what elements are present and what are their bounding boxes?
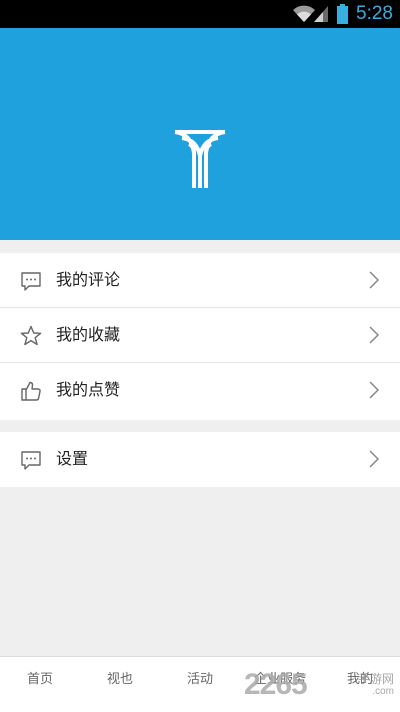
battery-icon — [337, 4, 348, 24]
menu-item-label: 我的收藏 — [56, 325, 121, 344]
menu-item-label: 设置 — [56, 449, 89, 468]
menu-group-primary: 我的评论 我的收藏 我的点赞 — [0, 253, 400, 420]
signal-icon — [314, 6, 328, 22]
bottom-tab-bar: 首页 视也 活动 企业服务 我的 — [0, 656, 400, 712]
menu-item-settings[interactable]: 设置 — [0, 432, 400, 487]
chevron-right-icon — [369, 326, 380, 344]
menu-item-my-likes[interactable]: 我的点赞 — [0, 363, 400, 418]
star-icon — [20, 325, 42, 346]
tab-events[interactable]: 活动 — [160, 657, 240, 712]
status-clock: 5:28 — [356, 3, 393, 24]
profile-header — [0, 28, 400, 240]
menu-item-label: 我的评论 — [56, 270, 121, 289]
comment-icon — [21, 451, 41, 470]
thumbs-up-icon — [21, 381, 41, 401]
menu-item-label: 我的点赞 — [56, 380, 121, 399]
chevron-right-icon — [369, 381, 380, 399]
menu-group-settings: 设置 — [0, 432, 400, 487]
tab-enterprise-services[interactable]: 企业服务 — [240, 657, 320, 712]
tab-video[interactable]: 视也 — [80, 657, 160, 712]
chevron-right-icon — [369, 450, 380, 468]
menu-item-my-favorites[interactable]: 我的收藏 — [0, 308, 400, 363]
wifi-icon — [293, 5, 315, 22]
tab-home[interactable]: 首页 — [0, 657, 80, 712]
status-bar: 5:28 — [0, 0, 400, 28]
menu-item-my-comments[interactable]: 我的评论 — [0, 253, 400, 308]
comment-icon — [21, 272, 41, 291]
tab-mine[interactable]: 我的 — [320, 657, 400, 712]
app-logo-icon — [174, 130, 226, 188]
chevron-right-icon — [369, 271, 380, 289]
